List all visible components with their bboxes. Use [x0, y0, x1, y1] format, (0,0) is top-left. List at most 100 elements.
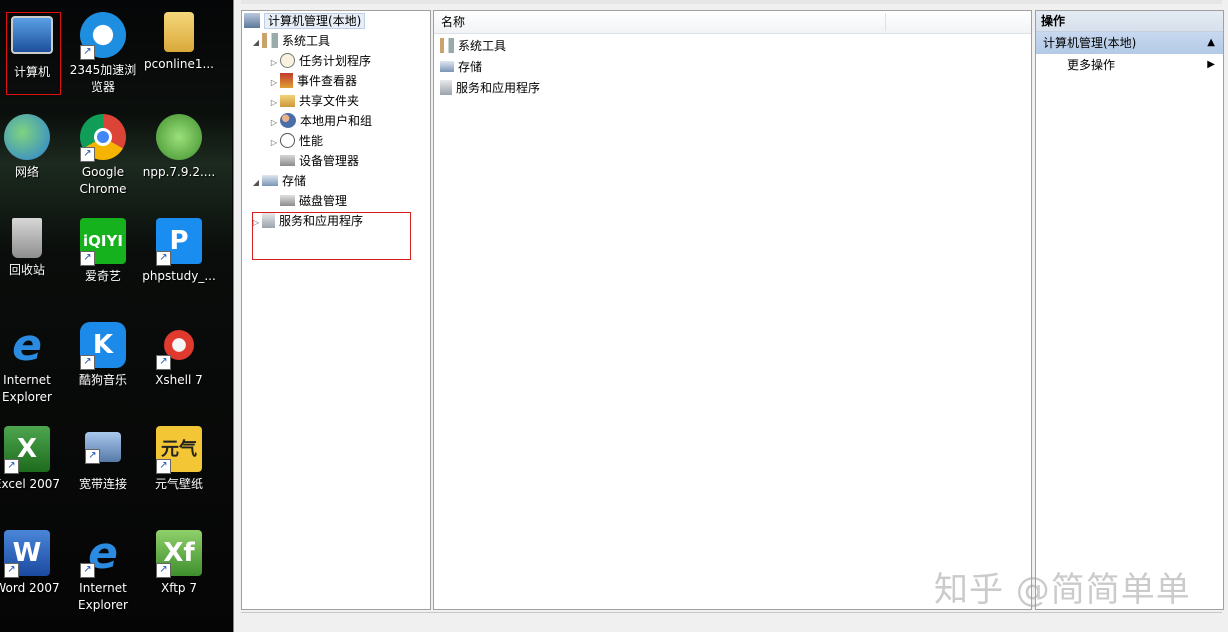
tree-node-event-viewer[interactable]: ▷ 事件查看器	[268, 72, 357, 90]
device-manager-icon	[280, 155, 295, 166]
browser-2345-icon: ↗	[80, 12, 126, 60]
tree-node-label: 任务计划程序	[299, 54, 372, 68]
shortcut-arrow-icon: ↗	[80, 251, 95, 266]
desktop-icon-label: npp.7.9.2....	[142, 165, 216, 179]
tree-node-label: 本地用户和组	[300, 114, 373, 128]
shortcut-arrow-icon: ↗	[80, 355, 95, 370]
watermark-text: 知乎 @简简单单	[934, 570, 1191, 610]
tree-node-label: 存储	[282, 174, 307, 188]
shortcut-arrow-icon: ↗	[156, 251, 171, 266]
desktop-icon-label: Xshell 7	[155, 373, 203, 387]
desktop-icon-label: phpstudy_...	[142, 269, 216, 283]
shortcut-arrow-icon: ↗	[4, 459, 19, 474]
shortcut-arrow-icon: ↗	[80, 563, 95, 578]
collapsed-arrow-icon[interactable]: ▷	[268, 94, 280, 112]
shortcut-arrow-icon: ↗	[4, 563, 19, 578]
content-list[interactable]: 名称 系统工具 存储 服务和应用程序	[433, 10, 1032, 610]
expanded-arrow-icon[interactable]: ◢	[250, 34, 262, 52]
tree-node-local-users[interactable]: ▷ 本地用户和组	[268, 112, 372, 130]
desktop-icon-ie[interactable]: e Internet Explorer	[0, 322, 65, 406]
word-icon: W ↗	[4, 530, 50, 578]
excel-icon: X ↗	[4, 426, 50, 474]
tree-node-label: 计算机管理(本地)	[264, 13, 366, 29]
wallpaper-icon: 元气 ↗	[156, 426, 202, 474]
tree-node-shared-folders[interactable]: ▷ 共享文件夹	[268, 92, 359, 110]
desktop-icon-ie-2[interactable]: e ↗ Internet Explorer	[65, 530, 141, 614]
collapsed-arrow-icon[interactable]: ▷	[268, 74, 280, 92]
list-item[interactable]: 服务和应用程序	[440, 79, 540, 97]
collapsed-arrow-icon[interactable]: ▷	[268, 54, 280, 72]
network-icon	[4, 114, 50, 160]
desktop-icon-wallpaper[interactable]: 元气 ↗ 元气壁纸	[141, 426, 217, 493]
kugou-icon: K ↗	[80, 322, 126, 370]
desktop-icon-iqiyi[interactable]: iQIYI ↗ 爱奇艺	[65, 218, 141, 285]
column-header-name[interactable]: 名称	[434, 11, 465, 33]
desktop-icon-xftp[interactable]: Xf ↗ Xftp 7	[141, 530, 217, 597]
actions-pane: 操作 计算机管理(本地) ▲ 更多操作 ▶	[1035, 10, 1224, 610]
column-separator[interactable]	[885, 13, 886, 31]
more-actions-label: 更多操作	[1067, 58, 1116, 72]
actions-section-header[interactable]: 计算机管理(本地) ▲	[1036, 32, 1223, 54]
shortcut-arrow-icon: ↗	[80, 147, 95, 162]
tree-node-label: 共享文件夹	[299, 94, 360, 108]
desktop-icon-xshell[interactable]: ↗ Xshell 7	[141, 322, 217, 389]
desktop: 计算机 ↗ 2345加速浏览器 pconline1... 网络 ↗ Google…	[0, 0, 232, 632]
ie-icon: e ↗	[80, 530, 126, 578]
computer-management-icon	[244, 13, 260, 28]
status-bar	[241, 612, 1222, 631]
desktop-icon-recycle-bin[interactable]: 回收站	[0, 218, 65, 279]
tree-node-label: 事件查看器	[297, 74, 358, 88]
users-icon	[280, 113, 296, 128]
desktop-icon-chrome[interactable]: ↗ Google Chrome	[65, 114, 141, 198]
tree-node-performance[interactable]: ▷ 性能	[268, 132, 323, 150]
chrome-icon: ↗	[80, 114, 126, 162]
clock-icon	[280, 53, 295, 68]
tree-node-disk-management[interactable]: 磁盘管理	[280, 192, 347, 210]
desktop-icon-label: 网络	[14, 165, 39, 179]
tree-node-label: 设备管理器	[299, 154, 360, 168]
ie-icon: e	[12, 319, 42, 371]
desktop-icon-label: Internet Explorer	[78, 581, 128, 612]
shortcut-arrow-icon: ↗	[156, 355, 171, 370]
tools-icon	[262, 33, 278, 48]
desktop-icon-label: 回收站	[8, 263, 45, 277]
list-item[interactable]: 存储	[440, 58, 482, 76]
desktop-icon-excel[interactable]: X ↗ Excel 2007	[0, 426, 65, 493]
collapsed-arrow-icon[interactable]: ▷	[268, 114, 280, 132]
navigation-tree[interactable]: 计算机管理(本地) ◢ 系统工具 ▷ 任务计划程序 ▷ 事件查看器 ▷ 共享文件夹 ▷ 本…	[241, 10, 431, 610]
desktop-icon-broadband[interactable]: ↗ 宽带连接	[65, 426, 141, 493]
desktop-icon-computer[interactable]: 计算机	[0, 12, 70, 81]
desktop-icon-label: 宽带连接	[78, 477, 127, 491]
desktop-icon-pconline[interactable]: pconline1...	[141, 12, 217, 73]
tree-node-label: 磁盘管理	[299, 194, 348, 208]
tree-node-task-scheduler[interactable]: ▷ 任务计划程序	[268, 52, 371, 70]
performance-gauge-icon	[280, 133, 295, 148]
desktop-icon-label: 计算机	[13, 65, 50, 79]
notepadpp-icon	[156, 114, 202, 160]
desktop-icon-kugou[interactable]: K ↗ 酷狗音乐	[65, 322, 141, 389]
actions-section-label: 计算机管理(本地)	[1043, 36, 1137, 50]
actions-title: 操作	[1036, 11, 1223, 32]
recycle-bin-icon	[12, 218, 42, 258]
desktop-icon-2345-browser[interactable]: ↗ 2345加速浏览器	[65, 12, 141, 96]
desktop-icon-network[interactable]: 网络	[0, 114, 65, 181]
collapsed-arrow-icon[interactable]: ▷	[268, 134, 280, 152]
services-icon	[440, 80, 452, 95]
list-item-label: 系统工具	[458, 39, 507, 53]
tree-node-root[interactable]: 计算机管理(本地)	[244, 12, 366, 30]
desktop-icon-word[interactable]: W ↗ Word 2007	[0, 530, 65, 597]
tree-node-label: 系统工具	[282, 34, 331, 48]
desktop-icon-label: Google Chrome	[79, 165, 127, 196]
expanded-arrow-icon[interactable]: ◢	[250, 174, 262, 192]
tree-node-storage[interactable]: ◢ 存储	[250, 172, 306, 190]
list-item-label: 服务和应用程序	[456, 81, 541, 95]
tree-node-device-manager[interactable]: 设备管理器	[280, 152, 359, 170]
more-actions-item[interactable]: 更多操作 ▶	[1036, 54, 1223, 76]
desktop-icon-phpstudy[interactable]: P ↗ phpstudy_...	[141, 218, 217, 285]
desktop-icon-npp[interactable]: npp.7.9.2....	[141, 114, 217, 181]
collapse-arrow-icon[interactable]: ▲	[1207, 32, 1215, 54]
tree-node-system-tools[interactable]: ◢ 系统工具	[250, 32, 330, 50]
broadband-icon: ↗	[85, 432, 121, 464]
list-item[interactable]: 系统工具	[440, 37, 506, 55]
submenu-arrow-icon: ▶	[1207, 59, 1215, 70]
